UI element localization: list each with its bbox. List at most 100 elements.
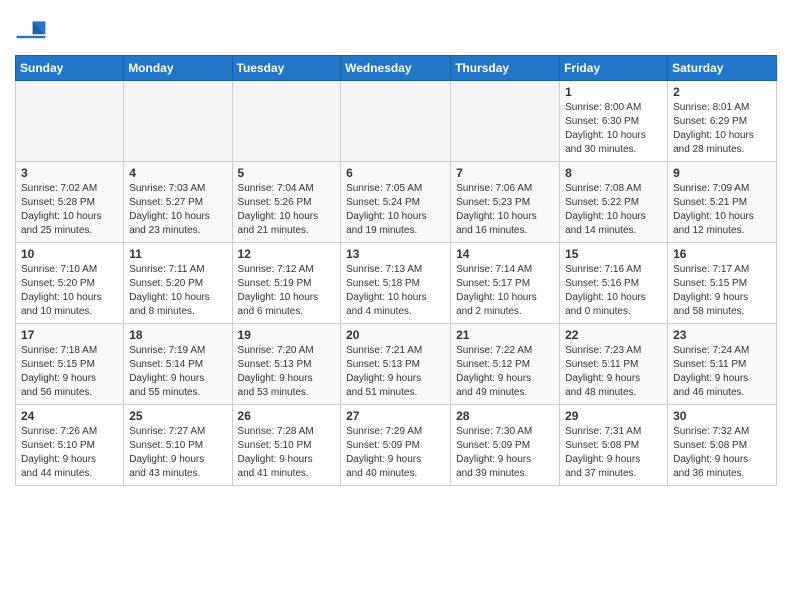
day-info: Sunrise: 7:04 AM Sunset: 5:26 PM Dayligh… xyxy=(238,182,336,238)
calendar-cell: 11 Sunrise: 7:11 AM Sunset: 5:20 PM Dayli… xyxy=(124,243,232,324)
weekday-header-thursday: Thursday xyxy=(451,56,560,81)
day-info: Sunrise: 7:08 AM Sunset: 5:22 PM Dayligh… xyxy=(565,182,662,238)
calendar-week-row: 1 Sunrise: 8:00 AM Sunset: 6:30 PM Daylig… xyxy=(16,81,777,162)
day-number: 25 xyxy=(129,409,226,423)
calendar-cell xyxy=(16,81,124,162)
day-number: 19 xyxy=(238,328,336,342)
day-info: Sunrise: 7:09 AM Sunset: 5:21 PM Dayligh… xyxy=(673,182,771,238)
day-info: Sunrise: 7:06 AM Sunset: 5:23 PM Dayligh… xyxy=(456,182,554,238)
calendar-cell: 14Sunrise: 7:14 AM Sunset: 5:17 PM Dayli… xyxy=(451,243,560,324)
day-number: 5 xyxy=(238,166,336,180)
day-number: 15 xyxy=(565,247,662,261)
day-info: Sunrise: 7:23 AM Sunset: 5:11 PM Dayligh… xyxy=(565,344,662,400)
calendar-cell: 4 Sunrise: 7:03 AM Sunset: 5:27 PM Daylig… xyxy=(124,162,232,243)
day-number: 26 xyxy=(238,409,336,423)
calendar-cell xyxy=(232,81,341,162)
day-number: 6 xyxy=(346,166,445,180)
calendar-header-row: SundayMondayTuesdayWednesdayThursdayFrid… xyxy=(16,56,777,81)
day-info: Sunrise: 7:32 AM Sunset: 5:08 PM Dayligh… xyxy=(673,425,771,481)
calendar-cell: 25 Sunrise: 7:27 AM Sunset: 5:10 PM Dayli… xyxy=(124,405,232,486)
page-container: SundayMondayTuesdayWednesdayThursdayFrid… xyxy=(0,0,792,496)
day-number: 7 xyxy=(456,166,554,180)
calendar-cell: 10 Sunrise: 7:10 AM Sunset: 5:20 PM Dayli… xyxy=(16,243,124,324)
day-info: Sunrise: 7:10 AM Sunset: 5:20 PM Dayligh… xyxy=(21,263,118,319)
calendar-cell: 26 Sunrise: 7:28 AM Sunset: 5:10 PM Dayli… xyxy=(232,405,341,486)
day-number: 2 xyxy=(673,85,771,99)
day-number: 14 xyxy=(456,247,554,261)
calendar-cell: 28Sunrise: 7:30 AM Sunset: 5:09 PM Dayli… xyxy=(451,405,560,486)
calendar-cell: 22Sunrise: 7:23 AM Sunset: 5:11 PM Dayli… xyxy=(560,324,668,405)
weekday-header-saturday: Saturday xyxy=(668,56,777,81)
day-info: Sunrise: 7:17 AM Sunset: 5:15 PM Dayligh… xyxy=(673,263,771,319)
calendar-cell: 19 Sunrise: 7:20 AM Sunset: 5:13 PM Dayli… xyxy=(232,324,341,405)
calendar-cell: 13 Sunrise: 7:13 AM Sunset: 5:18 PM Dayli… xyxy=(341,243,451,324)
calendar-cell: 2 Sunrise: 8:01 AM Sunset: 6:29 PM Daylig… xyxy=(668,81,777,162)
calendar-cell: 5 Sunrise: 7:04 AM Sunset: 5:26 PM Daylig… xyxy=(232,162,341,243)
day-number: 30 xyxy=(673,409,771,423)
day-info: Sunrise: 7:19 AM Sunset: 5:14 PM Dayligh… xyxy=(129,344,226,400)
day-number: 27 xyxy=(346,409,445,423)
logo xyxy=(15,15,51,47)
day-number: 23 xyxy=(673,328,771,342)
header xyxy=(15,10,777,47)
calendar-week-row: 24 Sunrise: 7:26 AM Sunset: 5:10 PM Dayli… xyxy=(16,405,777,486)
day-number: 8 xyxy=(565,166,662,180)
day-number: 10 xyxy=(21,247,118,261)
day-info: Sunrise: 7:13 AM Sunset: 5:18 PM Dayligh… xyxy=(346,263,445,319)
day-info: Sunrise: 7:05 AM Sunset: 5:24 PM Dayligh… xyxy=(346,182,445,238)
day-info: Sunrise: 7:20 AM Sunset: 5:13 PM Dayligh… xyxy=(238,344,336,400)
calendar-cell xyxy=(451,81,560,162)
day-info: Sunrise: 7:31 AM Sunset: 5:08 PM Dayligh… xyxy=(565,425,662,481)
calendar-cell: 29 Sunrise: 7:31 AM Sunset: 5:08 PM Dayli… xyxy=(560,405,668,486)
logo-icon xyxy=(15,15,47,47)
day-number: 17 xyxy=(21,328,118,342)
day-number: 11 xyxy=(129,247,226,261)
day-info: Sunrise: 7:26 AM Sunset: 5:10 PM Dayligh… xyxy=(21,425,118,481)
day-info: Sunrise: 8:01 AM Sunset: 6:29 PM Dayligh… xyxy=(673,101,771,157)
day-info: Sunrise: 7:24 AM Sunset: 5:11 PM Dayligh… xyxy=(673,344,771,400)
calendar-cell: 12 Sunrise: 7:12 AM Sunset: 5:19 PM Dayli… xyxy=(232,243,341,324)
day-number: 21 xyxy=(456,328,554,342)
weekday-header-friday: Friday xyxy=(560,56,668,81)
day-number: 28 xyxy=(456,409,554,423)
calendar-cell xyxy=(341,81,451,162)
day-info: Sunrise: 7:03 AM Sunset: 5:27 PM Dayligh… xyxy=(129,182,226,238)
day-info: Sunrise: 7:18 AM Sunset: 5:15 PM Dayligh… xyxy=(21,344,118,400)
day-info: Sunrise: 7:21 AM Sunset: 5:13 PM Dayligh… xyxy=(346,344,445,400)
calendar-cell: 8 Sunrise: 7:08 AM Sunset: 5:22 PM Daylig… xyxy=(560,162,668,243)
day-info: Sunrise: 7:11 AM Sunset: 5:20 PM Dayligh… xyxy=(129,263,226,319)
day-number: 9 xyxy=(673,166,771,180)
day-number: 4 xyxy=(129,166,226,180)
calendar-cell: 1 Sunrise: 8:00 AM Sunset: 6:30 PM Daylig… xyxy=(560,81,668,162)
day-number: 1 xyxy=(565,85,662,99)
weekday-header-wednesday: Wednesday xyxy=(341,56,451,81)
calendar-cell: 21Sunrise: 7:22 AM Sunset: 5:12 PM Dayli… xyxy=(451,324,560,405)
day-info: Sunrise: 8:00 AM Sunset: 6:30 PM Dayligh… xyxy=(565,101,662,157)
calendar-cell: 6 Sunrise: 7:05 AM Sunset: 5:24 PM Daylig… xyxy=(341,162,451,243)
day-info: Sunrise: 7:12 AM Sunset: 5:19 PM Dayligh… xyxy=(238,263,336,319)
calendar-week-row: 17 Sunrise: 7:18 AM Sunset: 5:15 PM Dayli… xyxy=(16,324,777,405)
weekday-header-monday: Monday xyxy=(124,56,232,81)
day-number: 13 xyxy=(346,247,445,261)
calendar-week-row: 10 Sunrise: 7:10 AM Sunset: 5:20 PM Dayli… xyxy=(16,243,777,324)
calendar-cell: 15 Sunrise: 7:16 AM Sunset: 5:16 PM Dayli… xyxy=(560,243,668,324)
calendar-cell: 3Sunrise: 7:02 AM Sunset: 5:28 PM Daylig… xyxy=(16,162,124,243)
calendar-cell xyxy=(124,81,232,162)
calendar-cell: 23 Sunrise: 7:24 AM Sunset: 5:11 PM Dayli… xyxy=(668,324,777,405)
calendar-cell: 27Sunrise: 7:29 AM Sunset: 5:09 PM Dayli… xyxy=(341,405,451,486)
day-number: 24 xyxy=(21,409,118,423)
weekday-header-tuesday: Tuesday xyxy=(232,56,341,81)
day-number: 18 xyxy=(129,328,226,342)
calendar-cell: 9 Sunrise: 7:09 AM Sunset: 5:21 PM Daylig… xyxy=(668,162,777,243)
day-info: Sunrise: 7:16 AM Sunset: 5:16 PM Dayligh… xyxy=(565,263,662,319)
calendar-cell: 18 Sunrise: 7:19 AM Sunset: 5:14 PM Dayli… xyxy=(124,324,232,405)
day-number: 29 xyxy=(565,409,662,423)
calendar-cell: 24 Sunrise: 7:26 AM Sunset: 5:10 PM Dayli… xyxy=(16,405,124,486)
day-number: 3 xyxy=(21,166,118,180)
day-info: Sunrise: 7:28 AM Sunset: 5:10 PM Dayligh… xyxy=(238,425,336,481)
calendar-cell: 30 Sunrise: 7:32 AM Sunset: 5:08 PM Dayli… xyxy=(668,405,777,486)
calendar-cell: 17 Sunrise: 7:18 AM Sunset: 5:15 PM Dayli… xyxy=(16,324,124,405)
day-info: Sunrise: 7:27 AM Sunset: 5:10 PM Dayligh… xyxy=(129,425,226,481)
calendar-cell: 20Sunrise: 7:21 AM Sunset: 5:13 PM Dayli… xyxy=(341,324,451,405)
day-number: 12 xyxy=(238,247,336,261)
